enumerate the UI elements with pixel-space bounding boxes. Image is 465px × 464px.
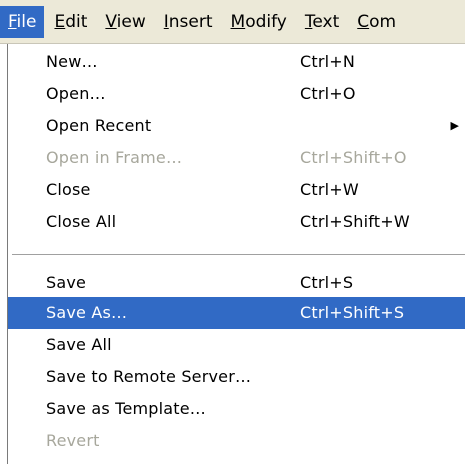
menu-insert-label: nsert [168, 11, 213, 32]
menu-item-label: Open Recent [46, 116, 152, 135]
menu-text-label: ext [312, 11, 340, 32]
menu-item-label: Open in Frame… [46, 148, 183, 167]
menu-item-label: Save to Remote Server… [46, 367, 252, 386]
menu-item-label: Close [46, 180, 91, 199]
menu-item-shortcut: Ctrl+S [300, 273, 354, 292]
menu-separator [12, 254, 465, 256]
menu-item-label: Close All [46, 212, 117, 231]
menu-item-label: Save as Template… [46, 399, 206, 418]
menu-commands-mnemonic: C [357, 11, 370, 32]
menu-item-open-in-frame: Open in Frame… Ctrl+Shift+O [8, 142, 465, 174]
menu-item-label: Save [46, 273, 87, 292]
menu-item-label: Revert [46, 431, 100, 450]
menu-insert[interactable]: Insert [156, 6, 221, 38]
submenu-arrow-icon: ▶ [450, 119, 459, 132]
menu-item-shortcut: Ctrl+Shift+O [300, 148, 407, 167]
menu-file[interactable]: File [0, 5, 45, 38]
menu-commands-label: om [369, 11, 397, 32]
menu-item-label: Save All [46, 335, 112, 354]
menu-modify-mnemonic: M [230, 11, 246, 32]
menu-modify[interactable]: Modify [223, 6, 295, 38]
menu-view[interactable]: View [97, 6, 153, 38]
menu-view-label: iew [116, 11, 146, 32]
menu-view-mnemonic: V [105, 11, 117, 32]
menu-item-save[interactable]: Save Ctrl+S [8, 267, 465, 299]
menu-item-label: New… [46, 52, 98, 71]
menu-modify-label: odify [245, 11, 287, 32]
menu-item-save-all[interactable]: Save All [8, 329, 465, 361]
menu-item-new[interactable]: New… Ctrl+N [8, 46, 465, 78]
menu-file-mnemonic: F [8, 11, 17, 32]
menu-item-save-as-template[interactable]: Save as Template… [8, 393, 465, 425]
menu-item-revert: Revert [8, 425, 465, 457]
menu-item-save-to-remote-server[interactable]: Save to Remote Server… [8, 361, 465, 393]
file-menu-dropdown: New… Ctrl+N Open… Ctrl+O Open Recent ▶ O… [7, 44, 465, 464]
menu-item-shortcut: Ctrl+W [300, 180, 359, 199]
menu-item-label: Save As… [46, 303, 128, 322]
menu-item-label: Open… [46, 84, 106, 103]
menu-item-save-as[interactable]: Save As… Ctrl+Shift+S [8, 297, 465, 329]
menu-text[interactable]: Text [297, 6, 347, 38]
menu-item-open-recent[interactable]: Open Recent ▶ [8, 110, 465, 142]
menu-item-shortcut: Ctrl+N [300, 52, 356, 71]
menu-edit[interactable]: Edit [46, 6, 95, 38]
menu-file-label: ile [16, 11, 37, 32]
menu-edit-label: dit [65, 11, 88, 32]
menu-item-shortcut: Ctrl+Shift+W [300, 212, 410, 231]
menu-bar: File Edit View Insert Modify Text Com [0, 0, 465, 44]
menu-item-shortcut: Ctrl+O [300, 84, 356, 103]
menu-item-open[interactable]: Open… Ctrl+O [8, 78, 465, 110]
menu-item-close[interactable]: Close Ctrl+W [8, 174, 465, 206]
menu-edit-mnemonic: E [54, 11, 66, 32]
menu-item-close-all[interactable]: Close All Ctrl+Shift+W [8, 206, 465, 238]
menu-item-shortcut: Ctrl+Shift+S [300, 303, 405, 322]
menu-commands[interactable]: Com [349, 6, 404, 38]
